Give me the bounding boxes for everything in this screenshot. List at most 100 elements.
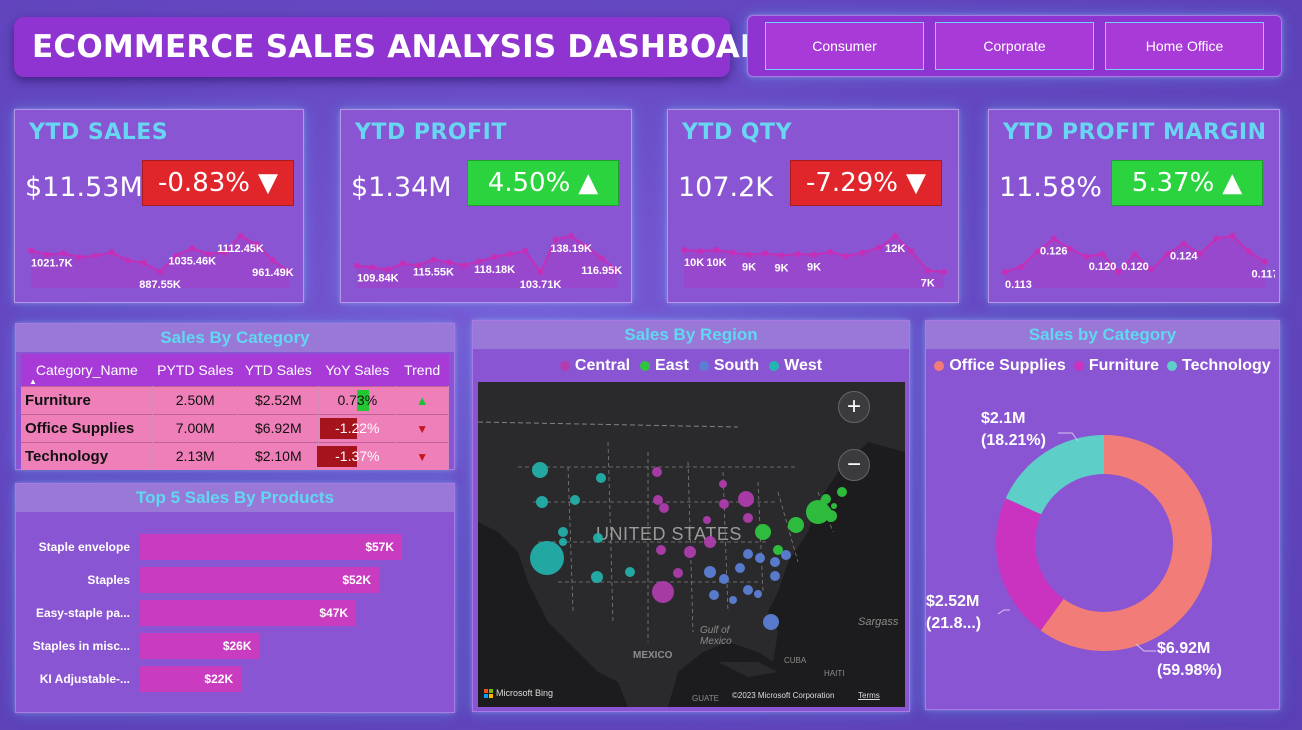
product-name: Staples bbox=[87, 573, 130, 587]
sparkline-point bbox=[1213, 235, 1220, 242]
arrow-up-icon: ▲ bbox=[1222, 168, 1243, 198]
table-row[interactable]: Office Supplies 7.00M $6.92M -1.22% ▼ bbox=[21, 413, 449, 442]
table-row[interactable]: Technology 2.13M $2.10M -1.37% ▼ bbox=[21, 441, 449, 470]
kpi-value: $1.34M bbox=[351, 172, 452, 203]
column-header-ytd[interactable]: YTD Sales bbox=[237, 354, 319, 386]
map-bubble bbox=[770, 571, 780, 581]
sparkline-point bbox=[1197, 251, 1203, 257]
product-name: KI Adjustable-... bbox=[39, 672, 130, 686]
sparkline-label: 116.95K bbox=[581, 265, 622, 277]
product-value: $52K bbox=[342, 573, 372, 587]
donut-label-office-supplies: $6.92M (59.98%) bbox=[1157, 640, 1222, 679]
column-header-pytd[interactable]: PYTD Sales bbox=[152, 354, 238, 386]
map-terms-link[interactable]: Terms bbox=[858, 691, 880, 700]
sparkline-point bbox=[157, 269, 163, 275]
sort-asc-icon: ▲ bbox=[29, 376, 37, 386]
map-bubble bbox=[837, 487, 847, 497]
map-bubble bbox=[709, 590, 719, 600]
sparkline-point bbox=[369, 264, 376, 271]
map-bubble bbox=[591, 571, 603, 583]
legend-item-central[interactable]: Central bbox=[559, 357, 630, 375]
legend-item-west[interactable]: West bbox=[769, 357, 822, 375]
map-bubbles bbox=[530, 462, 847, 630]
kpi-sparkline: 1021.7K 887.55K 1035.46K1112.45K 961.49K bbox=[28, 233, 294, 291]
sparkline-point bbox=[681, 246, 687, 253]
map-bubble bbox=[656, 545, 666, 555]
map-bubble bbox=[743, 549, 753, 559]
segment-slicer: Consumer Corporate Home Office bbox=[747, 15, 1282, 77]
sparkline-label: 0.120 bbox=[1089, 261, 1117, 273]
sparkline-label: 138.19K bbox=[550, 243, 592, 255]
map-bubble bbox=[652, 467, 662, 477]
trend-up-icon: ▲ bbox=[395, 385, 449, 414]
sparkline-point bbox=[843, 253, 850, 260]
sales-by-category-table-panel: Sales By Category Category_Name ▲ PYTD Sa… bbox=[15, 323, 455, 470]
sparkline-point bbox=[1083, 253, 1090, 260]
arrow-down-icon: ▼ bbox=[905, 168, 926, 198]
product-bar: $26K bbox=[140, 633, 260, 659]
kpi-sparkline: 0.113 0.126 0.120 0.120 0.124 0.117 bbox=[1002, 233, 1275, 291]
sparkline-point bbox=[827, 248, 834, 255]
segment-button-corporate[interactable]: Corporate bbox=[935, 22, 1094, 70]
region-legend: Central East South West bbox=[473, 357, 909, 375]
map-bubble bbox=[719, 574, 729, 584]
map-bubble bbox=[738, 491, 754, 507]
sparkline-point bbox=[399, 260, 406, 267]
pytd-sales: 7.00M bbox=[152, 413, 239, 442]
donut-slice-furniture[interactable] bbox=[996, 498, 1064, 631]
category-name: Furniture bbox=[21, 385, 154, 414]
sparkline-point bbox=[746, 251, 752, 258]
map-attribution: ©2023 Microsoft Corporation bbox=[732, 691, 835, 700]
column-header-trend[interactable]: Trend bbox=[395, 354, 449, 386]
arrow-up-icon: ▲ bbox=[578, 168, 599, 198]
legend-item-east[interactable]: East bbox=[640, 357, 689, 375]
kpi-title: YTD SALES bbox=[29, 120, 169, 145]
zoom-in-button[interactable]: + bbox=[838, 391, 870, 423]
ytd-sales: $2.10M bbox=[237, 441, 320, 470]
kpi-change-value: -7.29% bbox=[806, 168, 898, 198]
sparkline-point bbox=[1050, 235, 1057, 242]
kpi-change-badge: 5.37% ▲ bbox=[1111, 160, 1263, 206]
product-value: $26K bbox=[222, 639, 252, 653]
sparkline-point bbox=[1018, 263, 1025, 270]
product-value: $22K bbox=[204, 672, 234, 686]
sparkline-point bbox=[713, 246, 720, 253]
segment-button-consumer[interactable]: Consumer bbox=[765, 22, 924, 70]
product-name: Staple envelope bbox=[38, 540, 130, 554]
region-map[interactable]: UNITED STATES MEXICO Gulf of Mexico CUBA… bbox=[478, 382, 905, 707]
category-name: Office Supplies bbox=[21, 413, 154, 442]
sparkline-point bbox=[811, 251, 817, 258]
map-bubble bbox=[825, 507, 831, 513]
kpi-value: 107.2K bbox=[678, 172, 774, 203]
sparkline-point bbox=[1002, 269, 1008, 275]
sparkline-point bbox=[354, 262, 360, 269]
map-bubble bbox=[673, 568, 683, 578]
sparkline-point bbox=[941, 269, 947, 275]
sparkline-point bbox=[506, 250, 513, 257]
ytd-sales: $2.52M bbox=[237, 385, 320, 414]
kpi-card-ytd-profit-margin: YTD PROFIT MARGIN 11.58% 5.37% ▲ 0.113 0.… bbox=[988, 109, 1280, 303]
sparkline-point bbox=[269, 257, 276, 264]
category-name: Technology bbox=[21, 441, 154, 470]
segment-button-home-office[interactable]: Home Office bbox=[1105, 22, 1264, 70]
sparkline-point bbox=[1245, 248, 1252, 255]
sparkline-point bbox=[108, 249, 115, 256]
sparkline-point bbox=[778, 252, 785, 259]
dashboard-title-banner: ECOMMERCE SALES ANALYSIS DASHBOARD bbox=[14, 17, 790, 77]
legend-item-south[interactable]: South bbox=[698, 357, 759, 375]
map-bubble bbox=[754, 590, 762, 598]
sparkline-label: 12K bbox=[885, 243, 905, 255]
sparkline-label: 1021.7K bbox=[31, 258, 73, 270]
column-header-category[interactable]: Category_Name ▲ bbox=[21, 354, 153, 386]
sparkline-label: 1112.45K bbox=[217, 243, 264, 255]
kpi-change-value: 4.50% bbox=[487, 168, 571, 198]
column-header-yoy[interactable]: YoY Sales bbox=[318, 354, 396, 386]
product-bar: $47K bbox=[140, 600, 357, 626]
product-name: Staples in misc... bbox=[32, 639, 130, 653]
map-bubble bbox=[532, 462, 548, 478]
map-bubble bbox=[536, 496, 548, 508]
sparkline-label: 0.126 bbox=[1040, 246, 1068, 258]
zoom-out-button[interactable]: − bbox=[838, 449, 870, 481]
sparkline-label: 10K bbox=[684, 257, 704, 269]
table-row[interactable]: Furniture 2.50M $2.52M 0.73% ▲ bbox=[21, 385, 449, 414]
